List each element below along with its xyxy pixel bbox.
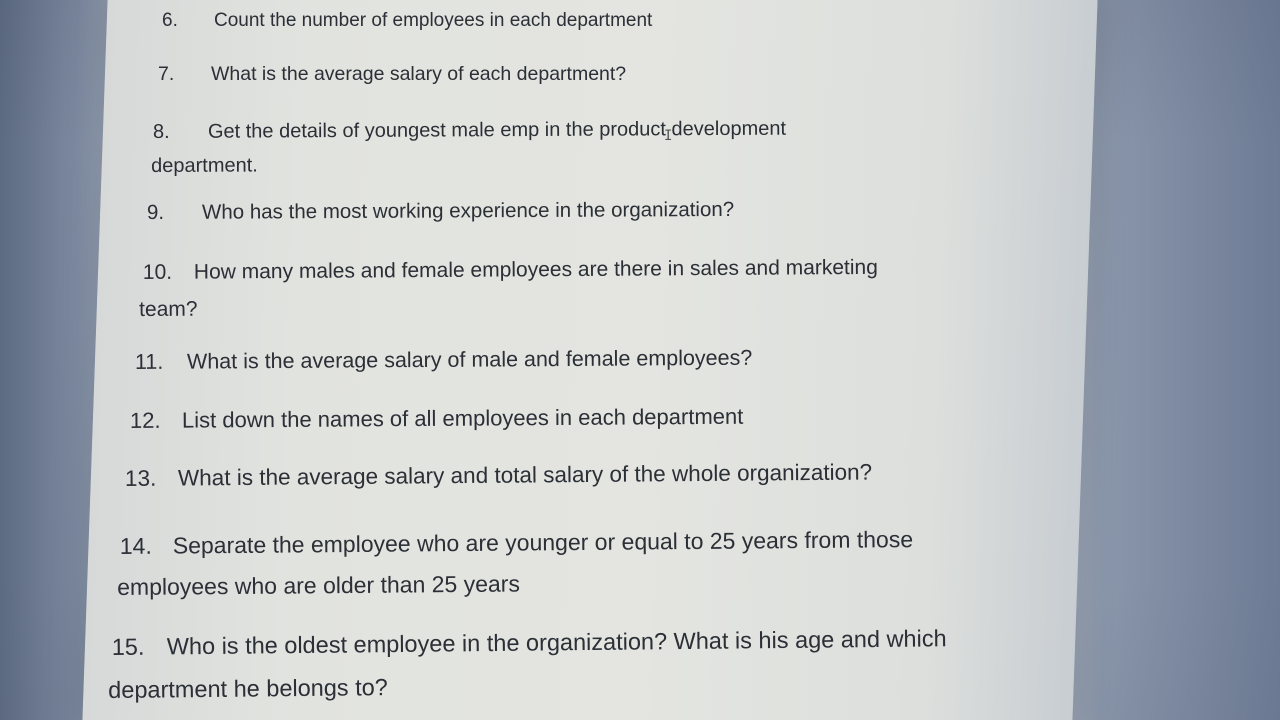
question-10-number: 10.: [142, 260, 173, 285]
question-8-text: Get the details of youngest male emp in …: [207, 117, 787, 143]
question-11-text: What is the average salary of male and f…: [186, 345, 753, 374]
question-10-text: How many males and female employees are …: [193, 255, 878, 284]
question-6-text: Count the number of employees in each de…: [214, 10, 653, 31]
question-14-text: Separate the employee who are younger or…: [172, 526, 914, 559]
question-10-continuation: team?: [139, 297, 198, 322]
question-13-text: What is the average salary and total sal…: [177, 459, 873, 491]
question-9-number: 9.: [146, 200, 165, 224]
question-9-text: Who has the most working experience in t…: [201, 197, 735, 224]
question-6: 6. Count the number of employees in each …: [162, 10, 652, 32]
question-8-number: 8.: [152, 120, 170, 144]
question-7: 7. What is the average salary of each dep…: [158, 63, 626, 86]
question-6-number: 6.: [162, 10, 178, 31]
question-12-number: 12.: [129, 407, 161, 433]
question-12-text: List down the names of all employees in …: [181, 403, 744, 433]
question-11-number: 11.: [134, 349, 164, 374]
question-15-text: Who is the oldest employee in the organi…: [166, 625, 947, 660]
question-14-continuation: employees who are older than 25 years: [117, 570, 521, 601]
question-10: 10. How many males and female employees a…: [139, 249, 879, 328]
question-15-continuation: department he belongs to?: [108, 674, 388, 704]
question-7-text: What is the average salary of each depar…: [211, 63, 627, 85]
question-7-number: 7.: [158, 63, 175, 85]
text-cursor-icon: I: [664, 128, 673, 144]
question-14: 14. Separate the employee who are younger…: [117, 519, 914, 608]
question-8-continuation: department.: [151, 154, 258, 178]
question-15-number: 15.: [111, 633, 145, 661]
question-13-number: 13.: [124, 465, 157, 491]
question-9: 9. Who has the most working experience in…: [147, 198, 734, 225]
question-8: 8. Get the details of youngest male emp i…: [151, 112, 787, 183]
question-14-number: 14.: [119, 532, 152, 560]
question-12: 12. List down the names of all employees …: [130, 404, 743, 434]
question-11: 11. What is the average salary of male an…: [135, 346, 752, 375]
question-15: 15. Who is the oldest employee in the org…: [108, 617, 948, 712]
